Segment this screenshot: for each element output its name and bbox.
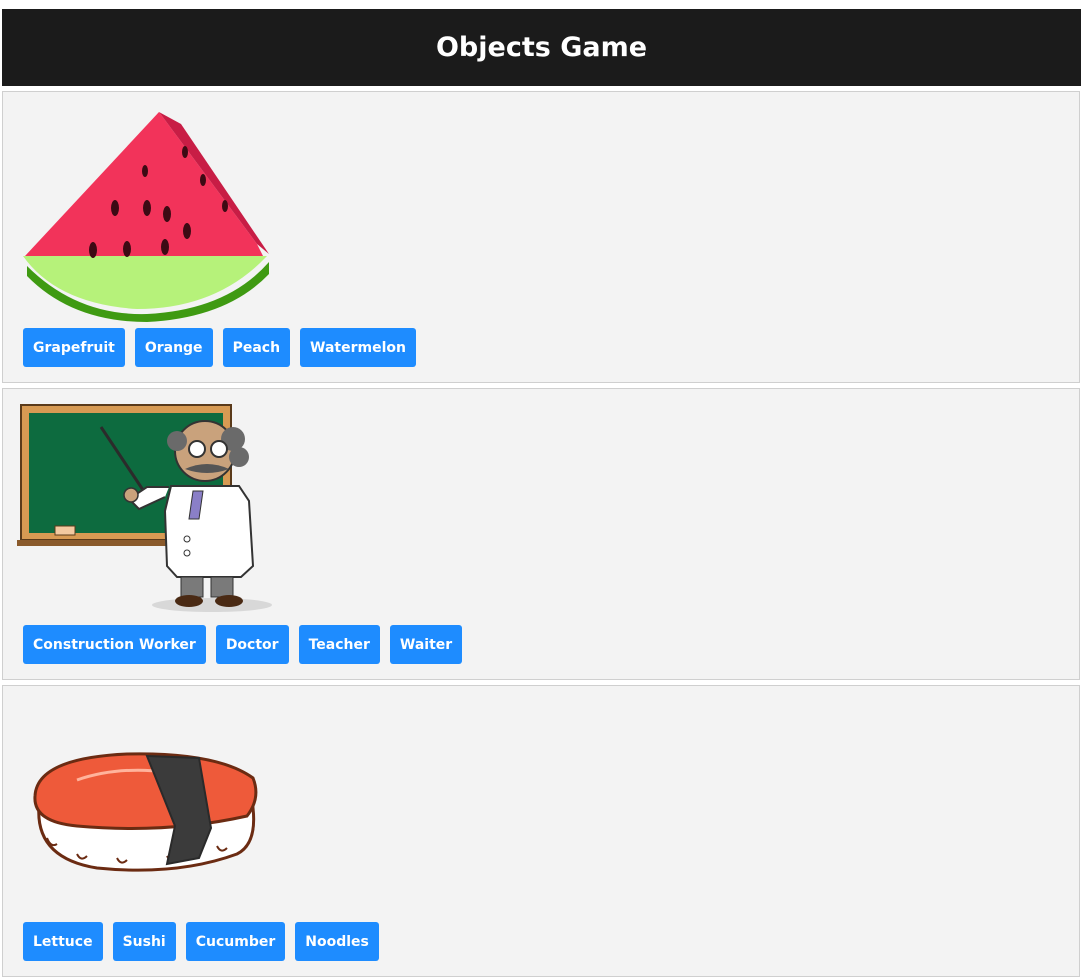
answer-button-grapefruit[interactable]: Grapefruit xyxy=(23,328,125,367)
answer-button-sushi[interactable]: Sushi xyxy=(112,922,176,961)
game-title: Objects Game xyxy=(435,32,648,63)
answer-options-2: Construction Worker Doctor Teacher Waite… xyxy=(23,625,463,664)
question-card-2: Construction Worker Doctor Teacher Waite… xyxy=(2,388,1080,680)
answer-button-waiter[interactable]: Waiter xyxy=(389,625,463,664)
answer-options-1: Grapefruit Orange Peach Watermelon xyxy=(23,328,416,367)
answer-button-peach[interactable]: Peach xyxy=(222,328,291,367)
watermelon-slice-picture xyxy=(23,112,269,322)
answer-button-doctor[interactable]: Doctor xyxy=(215,625,289,664)
answer-button-watermelon[interactable]: Watermelon xyxy=(300,328,416,367)
answer-button-noodles[interactable]: Noodles xyxy=(295,922,379,961)
game-header: Objects Game xyxy=(2,9,1081,86)
answer-button-orange[interactable]: Orange xyxy=(134,328,213,367)
question-card-1: Grapefruit Orange Peach Watermelon xyxy=(2,91,1080,383)
sushi-picture xyxy=(33,752,258,872)
question-card-3: Lettuce Sushi Cucumber Noodles xyxy=(2,685,1080,977)
teacher-picture xyxy=(17,404,272,612)
answer-button-lettuce[interactable]: Lettuce xyxy=(23,922,103,961)
answer-options-3: Lettuce Sushi Cucumber Noodles xyxy=(23,922,379,961)
answer-button-cucumber[interactable]: Cucumber xyxy=(185,922,286,961)
answer-button-teacher[interactable]: Teacher xyxy=(298,625,380,664)
answer-button-construction-worker[interactable]: Construction Worker xyxy=(23,625,206,664)
